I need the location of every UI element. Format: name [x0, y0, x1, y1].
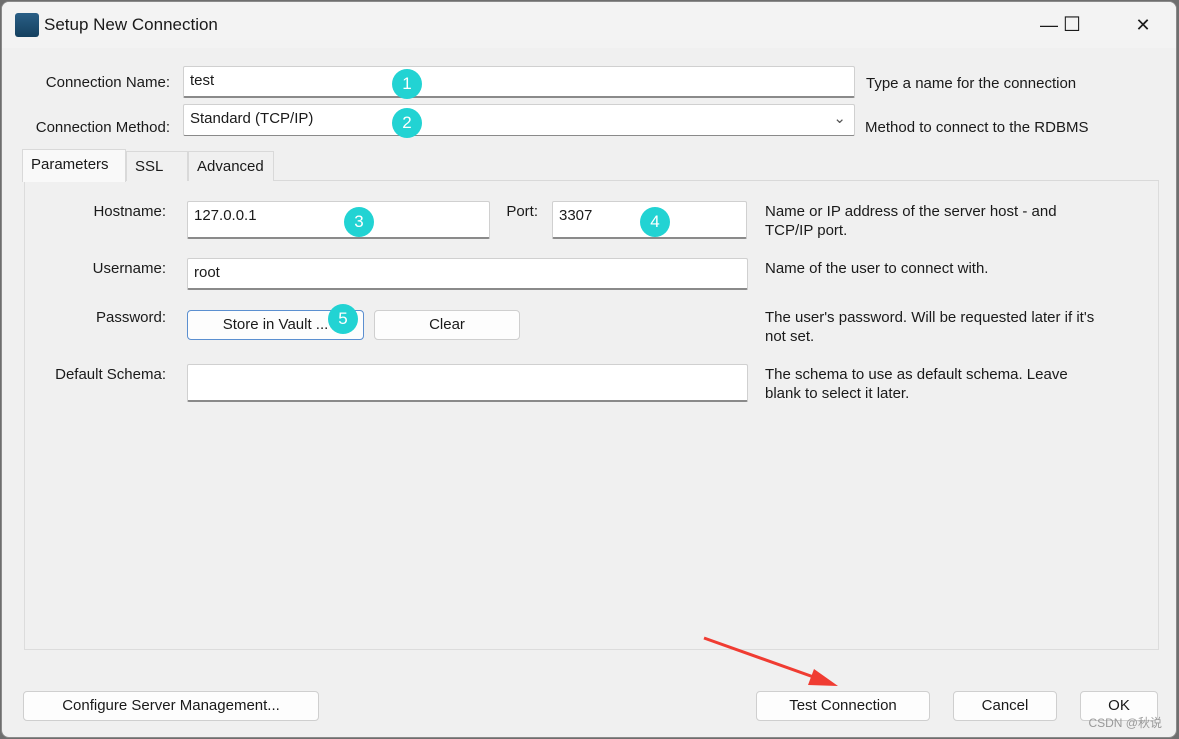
setup-connection-dialog: Setup New Connection — ☐ ✕ Connection Na… — [1, 1, 1177, 738]
arrow-head — [808, 669, 838, 686]
arrow-shaft — [703, 636, 823, 682]
annotation-arrow — [703, 636, 838, 686]
watermark: CSDN @秋说 — [1088, 716, 1162, 730]
